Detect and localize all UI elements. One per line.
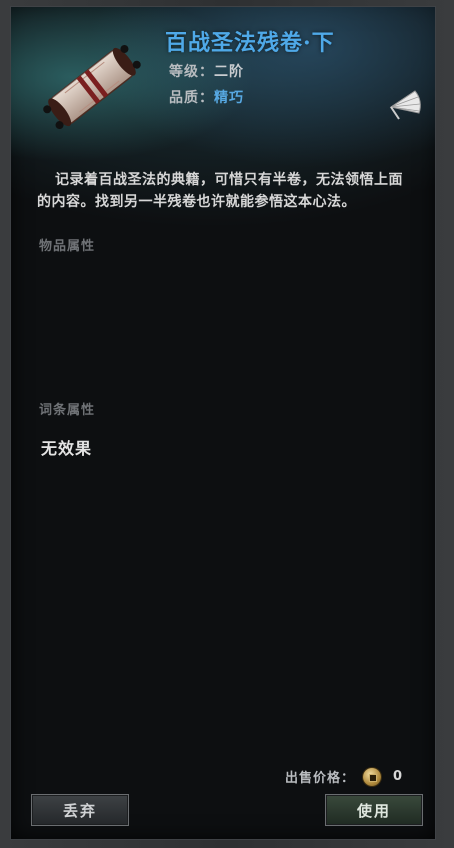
level-label: 等级： — [169, 64, 214, 80]
coin-icon — [362, 767, 381, 786]
fan-icon — [389, 90, 421, 120]
sell-price: 出售价格： 0 — [285, 767, 403, 786]
use-button[interactable]: 使用 — [325, 794, 423, 826]
sell-price-value: 0 — [392, 769, 403, 784]
window-frame: 百战圣法残卷·下 等级：二阶 品质：精巧 记录着百战圣法的典籍，可惜只有半卷，无… — [0, 0, 454, 848]
item-description: 记录着百战圣法的典籍，可惜只有半卷，无法领悟上面的内容。找到另一半残卷也许就能参… — [37, 172, 403, 210]
quality-value: 精巧 — [214, 90, 244, 106]
item-level: 等级：二阶 — [169, 61, 244, 81]
scroll-icon — [43, 44, 141, 130]
discard-button[interactable]: 丢弃 — [31, 794, 129, 826]
affix-attributes-heading: 词条属性 — [39, 403, 96, 418]
item-title: 百战圣法残卷·下 — [165, 30, 335, 56]
affix-value: 无效果 — [41, 439, 93, 458]
quality-label: 品质： — [169, 90, 214, 106]
item-attributes-heading: 物品属性 — [39, 239, 96, 254]
item-quality: 品质：精巧 — [169, 87, 244, 107]
level-value: 二阶 — [214, 64, 244, 80]
sell-price-label: 出售价格： — [284, 771, 355, 786]
item-detail-panel: 百战圣法残卷·下 等级：二阶 品质：精巧 记录着百战圣法的典籍，可惜只有半卷，无… — [10, 6, 436, 840]
